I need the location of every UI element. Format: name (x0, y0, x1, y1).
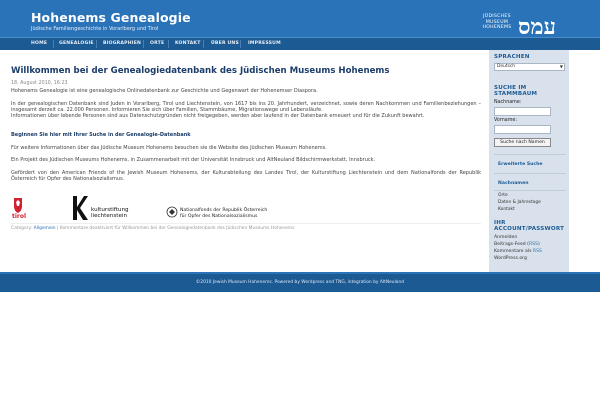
places-link[interactable]: Orte (498, 193, 508, 198)
category-link[interactable]: Allgemein (34, 226, 56, 231)
tirol-logo[interactable]: tirol (11, 197, 37, 219)
database-paragraph: In der genealogischen Datenbank sind Jud… (11, 101, 481, 120)
sidebar-divider (494, 173, 566, 174)
firstname-input[interactable] (494, 125, 551, 134)
kulturstiftung-logo[interactable]: kulturstiftung liechtenstein (71, 195, 151, 221)
language-select[interactable]: Deutsch ▼ (494, 63, 565, 71)
nav-separator (143, 40, 144, 48)
chevron-down-icon: ▼ (559, 64, 563, 69)
wordpress-link[interactable]: WordPress.org (494, 256, 527, 261)
surnames-link[interactable]: Nachnamen (498, 181, 528, 186)
site-title[interactable]: Hohenems Genealogie (31, 10, 191, 25)
start-search-paragraph: Beginnen Sie hier mit Ihrer Suche in der… (11, 132, 481, 138)
comments-status: Kommentare deaktiviert für Willkommen be… (59, 226, 295, 231)
lastname-input[interactable] (494, 107, 551, 116)
sidebar-divider (494, 154, 566, 155)
post-meta-divider (11, 223, 481, 224)
nav-separator (203, 40, 204, 48)
advanced-search-link[interactable]: Erweiterte Suche (498, 162, 543, 167)
project-paragraph: Ein Projekt des Jüdischen Museums Hohene… (11, 157, 376, 163)
search-heading: SUCHE IM STAMMBAUM (494, 85, 538, 97)
firstname-label: Vorname: (494, 118, 517, 123)
site-header: Hohenems Genealogie Jüdische Familienges… (0, 0, 600, 38)
nav-home[interactable]: HOME (31, 41, 47, 46)
k-mark-icon (73, 196, 88, 220)
account-heading: IHR ACCOUNT/PASSWORT (494, 220, 565, 232)
footer-copyright: ©2010 Jewish Museum Hohenems. Powered by… (195, 280, 405, 285)
nav-separator (53, 40, 54, 48)
hebrew-logo[interactable]: עמס (518, 16, 556, 38)
nav-separator (96, 40, 97, 48)
contact-link[interactable]: Kontakt (498, 207, 515, 212)
lastname-label: Nachname: (494, 100, 522, 105)
login-link[interactable]: Anmelden (494, 235, 517, 240)
posts-feed-link[interactable]: Beitrags-Feed (RSS) (494, 242, 540, 247)
search-by-name-button[interactable]: Suche nach Namen (494, 138, 551, 147)
tirol-wordmark: tirol (12, 213, 26, 219)
nav-kontakt[interactable]: KONTAKT (175, 41, 201, 46)
site-description: Jüdische Familiengeschichte in Vorarlber… (31, 26, 159, 32)
funding-paragraph: Gefördert von den American Friends of th… (11, 170, 481, 183)
museum-info-paragraph: Für weitere Informationen über das Jüdis… (11, 145, 327, 151)
nav-separator (240, 40, 241, 48)
nav-orte[interactable]: ORTE (150, 41, 164, 46)
nav-ueber-uns[interactable]: ÜBER UNS (211, 41, 239, 46)
site-footer: ©2010 Jewish Museum Hohenems. Powered by… (0, 272, 600, 292)
nav-separator (168, 40, 169, 48)
svg-text:für Opfer des Nationalsozialis: für Opfer des Nationalsozialismus (180, 213, 258, 219)
museum-logo-text[interactable]: JÜDISCHES MUSEUM HOHENEMS (480, 14, 514, 31)
nav-impressum[interactable]: IMPRESSUM (248, 41, 281, 46)
nav-biographien[interactable]: BIOGRAPHIEN (103, 41, 141, 46)
post-title[interactable]: Willkommen bei der Genealogiedatenbank d… (11, 66, 389, 76)
start-search-link[interactable]: Beginnen Sie hier mit Ihrer Suche in der… (11, 132, 191, 138)
intro-paragraph: Hohenems Genealogie ist eine genealogisc… (11, 88, 318, 94)
nav-genealogie[interactable]: GENEALOGIE (59, 41, 94, 46)
svg-text:Nationalfonds der Republik Öst: Nationalfonds der Republik Österreich (180, 206, 267, 213)
post-meta: Category: Allgemein | Kommentare deaktiv… (11, 226, 295, 231)
main-navigation: HOME GENEALOGIE BIOGRAPHIEN ORTE KONTAKT… (0, 37, 600, 50)
post-date: 18. August 2010, 16:23 (11, 81, 68, 86)
languages-heading: SPRACHEN (494, 54, 530, 60)
nationalfonds-logo[interactable]: Nationalfonds der Republik Österreich fü… (166, 205, 306, 221)
svg-text:liechtenstein: liechtenstein (91, 213, 127, 219)
sidebar-divider (494, 190, 566, 191)
comments-feed-link[interactable]: Kommentare als RSS (494, 249, 542, 254)
sidebar: SPRACHEN Deutsch ▼ SUCHE IM STAMMBAUM Na… (489, 50, 569, 272)
dates-anniversaries-link[interactable]: Daten & Jahrestage (498, 200, 541, 205)
